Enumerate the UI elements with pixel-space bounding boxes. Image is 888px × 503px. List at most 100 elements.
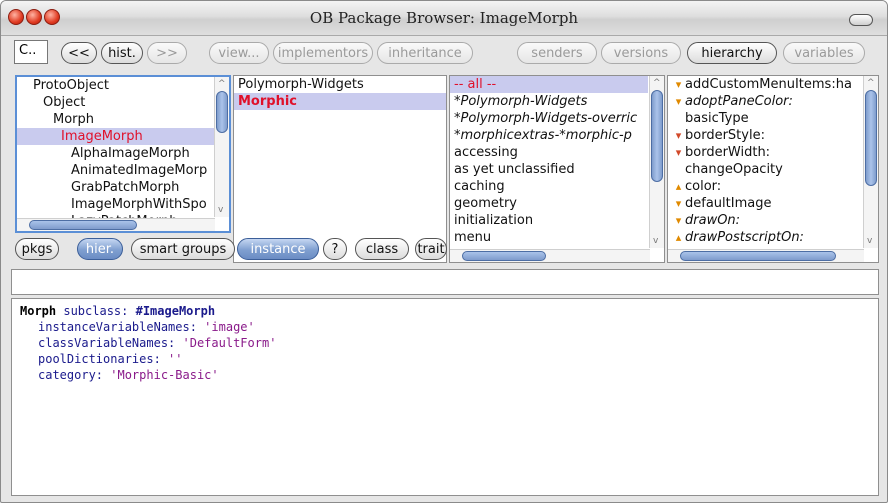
- symbol: #ImageMorph: [135, 304, 216, 318]
- code-editor[interactable]: Morph subclass: #ImageMorph instanceVari…: [11, 298, 879, 496]
- override-icon: ▾: [675, 214, 682, 227]
- code-line: Morph subclass: #ImageMorph: [20, 303, 215, 319]
- scroll-thumb[interactable]: [216, 91, 228, 133]
- protocol-list-vscroll[interactable]: ^ v: [649, 76, 664, 248]
- method-name: adoptPaneColor:: [685, 94, 793, 109]
- class-name: Morph: [20, 304, 57, 318]
- method-name: defaultImage: [685, 196, 772, 211]
- list-item[interactable]: Morph: [53, 111, 94, 128]
- list-item[interactable]: GrabPatchMorph: [71, 179, 179, 196]
- list-item[interactable]: *Polymorph-Widgets-overric: [454, 110, 637, 127]
- forward-button[interactable]: >>: [147, 42, 187, 64]
- list-item[interactable]: AlphaImageMorph: [71, 145, 190, 162]
- list-item[interactable]: accessing: [454, 144, 518, 161]
- list-item[interactable]: changeOpacity: [672, 161, 783, 178]
- scroll-down-icon[interactable]: v: [218, 205, 223, 215]
- hier-mode-button[interactable]: hier.: [77, 238, 123, 260]
- list-item[interactable]: ▾ borderStyle:: [672, 127, 765, 144]
- scroll-down-icon[interactable]: v: [653, 236, 658, 246]
- variables-button[interactable]: variables: [783, 42, 865, 64]
- view-button[interactable]: view...: [209, 42, 269, 64]
- override-icon: ▾: [675, 95, 682, 108]
- list-item[interactable]: ▴ drawPostscriptOn:: [672, 229, 804, 246]
- list-item[interactable]: *Polymorph-Widgets: [454, 93, 587, 110]
- hierarchy-button[interactable]: hierarchy: [687, 42, 777, 64]
- method-list-hscroll[interactable]: [668, 249, 864, 262]
- override-icon: ▾: [675, 146, 682, 159]
- class-list-hscroll[interactable]: [17, 218, 215, 231]
- window-title: OB Package Browser: ImageMorph: [309, 9, 579, 27]
- method-list-vscroll[interactable]: ^ v: [863, 76, 878, 248]
- message-pane[interactable]: [11, 269, 879, 295]
- back-button[interactable]: <<: [61, 42, 97, 64]
- scroll-thumb[interactable]: [651, 90, 663, 182]
- keyword: instanceVariableNames:: [38, 320, 205, 334]
- list-item[interactable]: ▴ color:: [672, 178, 721, 195]
- versions-button[interactable]: versions: [601, 42, 681, 64]
- super-call-up-icon: ▴: [675, 231, 682, 244]
- collapse-button[interactable]: [849, 14, 873, 26]
- scroll-up-icon[interactable]: ^: [653, 78, 661, 88]
- toolbar: C.. << hist. >> view... implementors inh…: [1, 37, 887, 71]
- selected-package-item[interactable]: Morphic: [234, 93, 446, 110]
- method-name: borderWidth:: [685, 145, 771, 160]
- smart-groups-button[interactable]: smart groups: [131, 238, 235, 260]
- override-icon: ▾: [675, 78, 682, 91]
- keyword: classVariableNames:: [38, 336, 183, 350]
- search-field[interactable]: C..: [14, 40, 48, 64]
- list-item[interactable]: caching: [454, 178, 505, 195]
- list-item[interactable]: *morphicextras-*morphic-p: [454, 127, 632, 144]
- scroll-up-icon[interactable]: ^: [218, 79, 226, 89]
- inheritance-button[interactable]: inheritance: [377, 42, 473, 64]
- senders-button[interactable]: senders: [517, 42, 597, 64]
- code-line: category: 'Morphic-Basic': [38, 367, 219, 383]
- list-item[interactable]: menu: [454, 229, 491, 246]
- list-item[interactable]: geometry: [454, 195, 517, 212]
- method-list[interactable]: ▾ addCustomMenuItems:ha ▾ adoptPaneColor: …: [667, 75, 879, 263]
- method-name: addCustomMenuItems:ha: [685, 77, 852, 92]
- scroll-up-icon[interactable]: ^: [867, 78, 875, 88]
- method-name: drawPostscriptOn:: [685, 230, 804, 245]
- scroll-thumb[interactable]: [29, 220, 137, 230]
- selector: subclass:: [56, 304, 136, 318]
- keyword: category:: [38, 368, 111, 382]
- list-item[interactable]: as yet unclassified: [454, 161, 575, 178]
- list-item[interactable]: Polymorph-Widgets: [238, 76, 364, 93]
- history-button[interactable]: hist.: [101, 42, 143, 64]
- package-list[interactable]: Polymorph-Widgets Morphic: [233, 75, 447, 263]
- scroll-thumb[interactable]: [680, 251, 836, 261]
- list-item[interactable]: initialization: [454, 212, 533, 229]
- scroll-thumb[interactable]: [865, 90, 877, 186]
- list-item[interactable]: ▾ defaultImage: [672, 195, 772, 212]
- browser-window: OB Package Browser: ImageMorph C.. << hi…: [0, 0, 888, 503]
- class-list-vscroll[interactable]: ^ v: [214, 77, 229, 217]
- list-item[interactable]: basicType: [672, 110, 749, 127]
- pkgs-mode-button[interactable]: pkgs: [15, 238, 59, 260]
- comment-button[interactable]: ?: [323, 238, 347, 260]
- list-item[interactable]: ▾ drawOn:: [672, 212, 740, 229]
- implementors-button[interactable]: implementors: [273, 42, 373, 64]
- list-item[interactable]: -- all --: [450, 76, 648, 93]
- super-call-up-icon: ▴: [675, 180, 682, 193]
- protocol-list[interactable]: -- all -- *Polymorph-Widgets *Polymorph-…: [449, 75, 665, 263]
- list-item[interactable]: ▾ addCustomMenuItems:ha: [672, 76, 852, 93]
- class-side-button[interactable]: class: [355, 238, 409, 260]
- class-hierarchy-list[interactable]: ProtoObject Object Morph ImageMorph Alph…: [15, 75, 231, 233]
- list-item[interactable]: Object: [43, 94, 85, 111]
- string-literal: 'DefaultForm': [182, 336, 277, 350]
- trait-button[interactable]: trait: [415, 238, 447, 260]
- title-bar[interactable]: OB Package Browser: ImageMorph: [1, 1, 887, 36]
- scroll-down-icon[interactable]: v: [867, 236, 872, 246]
- selected-class-item[interactable]: ImageMorph: [17, 128, 215, 145]
- list-item[interactable]: ImageMorphWithSpo: [71, 196, 207, 213]
- list-item[interactable]: ▾ adoptPaneColor:: [672, 93, 793, 110]
- list-item[interactable]: ▾ borderWidth:: [672, 144, 770, 161]
- string-literal: '': [168, 352, 183, 366]
- list-item[interactable]: ProtoObject: [33, 77, 109, 94]
- scroll-thumb[interactable]: [462, 251, 546, 261]
- protocol-list-hscroll[interactable]: [450, 249, 650, 262]
- instance-side-button[interactable]: instance: [237, 238, 319, 260]
- list-item[interactable]: AnimatedImageMorp: [71, 162, 207, 179]
- method-name: borderStyle:: [685, 128, 765, 143]
- code-line: instanceVariableNames: 'image': [38, 319, 255, 335]
